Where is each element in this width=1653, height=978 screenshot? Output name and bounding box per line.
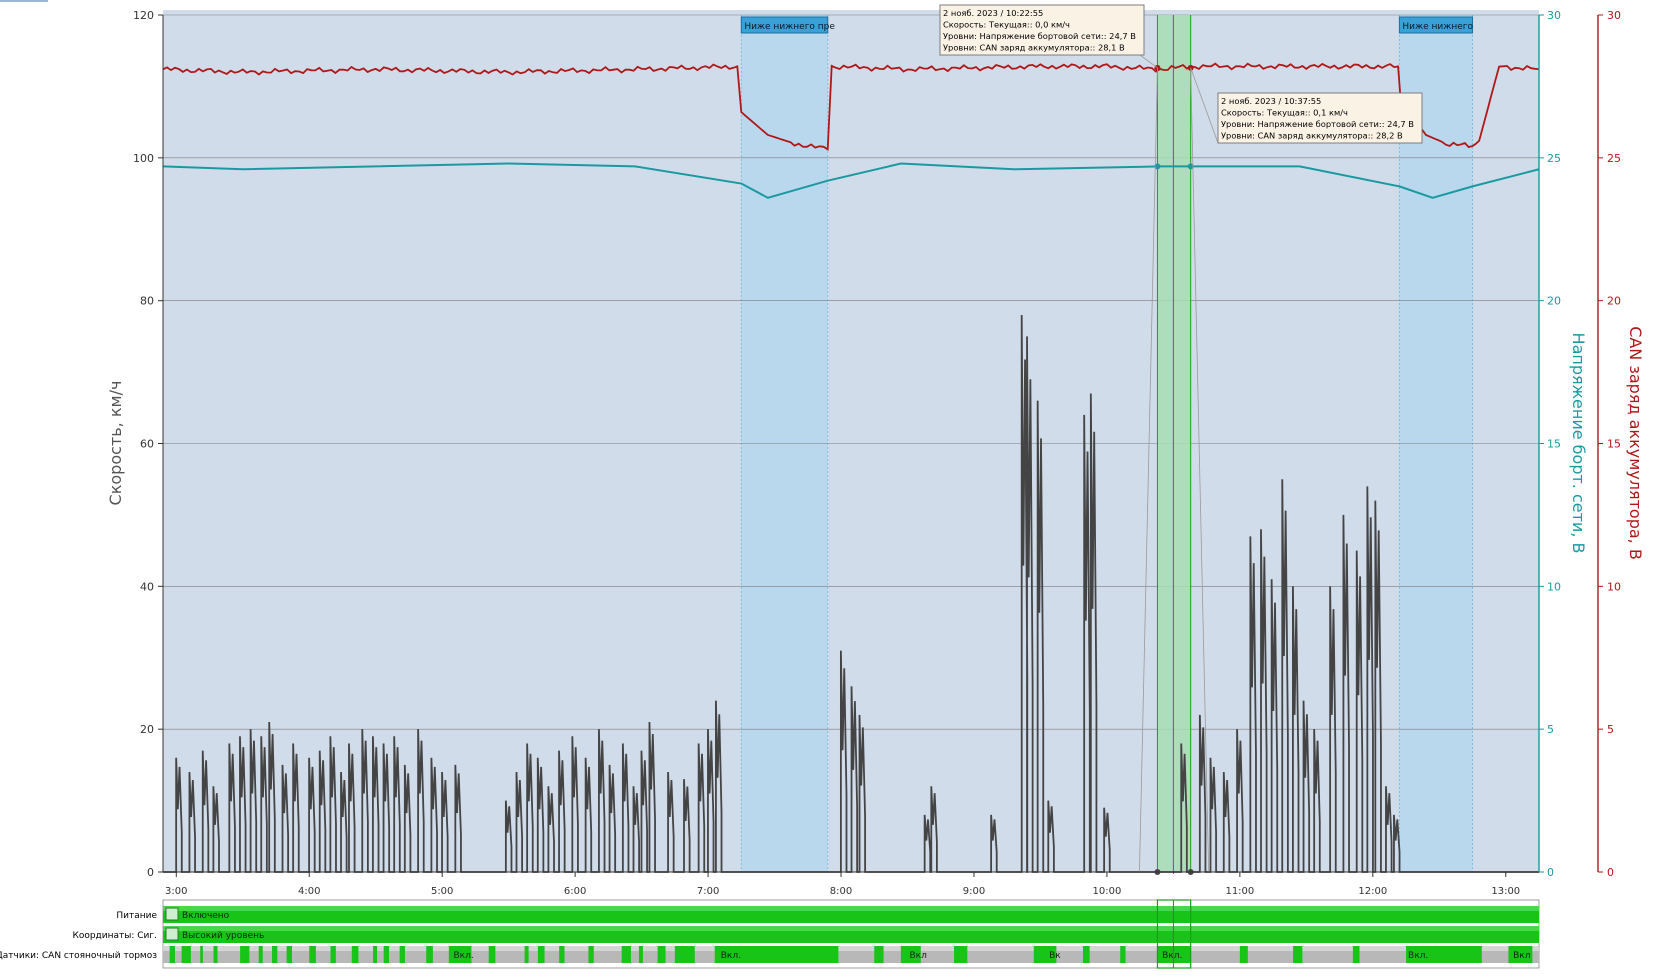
track-bar-highlight [163,946,1539,951]
track-bar-highlight [163,906,1539,911]
track-on-segment[interactable] [537,946,545,963]
mid-axis-title: Напряжение борт. сети, В [1569,333,1588,554]
left-tick-label: 20 [140,723,154,736]
track-on-segment[interactable] [1239,946,1248,963]
tooltip-line: 2 нояб. 2023 / 10:37:55 [1221,96,1321,106]
track-on-segment[interactable] [240,946,250,963]
left-tick-label: 40 [140,580,154,593]
right-tick-label: 25 [1607,152,1621,165]
track-label: Датчики: CAN стояночный тормоз [0,951,157,961]
line-chart[interactable]: Ниже нижнего пре Ниже нижнего 2 нояб. 202… [0,0,1653,974]
track-on-label: Вкл. [1162,951,1182,961]
left-tick-label: 0 [147,866,154,879]
track-label: Координаты: Сиг. [72,931,157,941]
left-tick-label: 120 [133,9,154,22]
track-on-segment[interactable] [426,946,433,963]
right-axis-title: CAN заряд аккумулятора, В [1626,326,1645,560]
track-on-segment[interactable] [383,946,390,963]
right-tick-label: 20 [1607,295,1621,308]
right-tick-label: 0 [1607,866,1614,879]
x-tick-label: 11:00 [1225,886,1254,897]
left-tick-label: 80 [140,295,154,308]
track-state-text: Включено [182,911,230,921]
track-on-segment[interactable] [200,946,203,963]
track-on-label: Вкл. [453,951,473,961]
mid-tick-label: 0 [1547,866,1554,879]
tooltip-line: Уровни: CAN заряд аккумулятора:: 28,2 В [1221,131,1403,141]
track-on-segment[interactable] [1082,946,1090,963]
left-tick-label: 60 [140,438,154,451]
tooltip-line: Уровни: Напряжение бортовой сети:: 24,7 … [1221,119,1414,129]
left-tick-label: 100 [133,152,154,165]
track-label: Питание [116,911,157,921]
mid-tick-label: 10 [1547,580,1561,593]
track-on-segment[interactable] [674,946,695,963]
track-on-label: Вкл. [721,951,741,961]
satellite-icon [165,927,179,941]
track-on-segment[interactable] [559,946,565,963]
power-plug-icon [165,907,179,921]
left-axis-title: Скорость, км/ч [106,381,125,506]
track-on-segment[interactable] [588,946,594,963]
x-tick-label: 13:00 [1491,886,1520,897]
mid-tick-label: 15 [1547,438,1561,451]
track-on-segment[interactable] [874,946,884,963]
track-on-segment[interactable] [638,946,643,963]
x-tick-label: 6:00 [564,886,586,897]
mid-tick-label: 5 [1547,723,1554,736]
track-on-segment[interactable] [621,946,631,963]
track-on-segment[interactable] [351,946,359,963]
track-on-label: Вк [1049,951,1061,961]
event-tracks[interactable]: Питание Включено Координаты: Сиг. Высокий у… [0,899,1540,969]
track-on-segment[interactable] [657,946,666,963]
x-tick-label: 12:00 [1358,886,1387,897]
track-state-text: Высокий уровень [182,931,264,941]
x-tick-label: 3:00 [165,886,187,897]
x-tick-label: 7:00 [697,886,719,897]
alarm-label: Ниже нижнего пре [744,22,835,32]
track-on-segment[interactable] [309,946,316,963]
tooltip-line: Скорость: Текущая:: 0,0 км/ч [943,20,1070,30]
track-on-segment[interactable] [272,946,278,963]
track-on-label: Вкл [910,951,927,961]
track-on-segment[interactable] [286,946,292,963]
track-on-segment[interactable] [258,946,263,963]
x-tick-label: 5:00 [431,886,453,897]
x-tick-label: 4:00 [298,886,320,897]
track-on-segment[interactable] [399,946,405,963]
track-on-segment[interactable] [1120,946,1126,963]
tooltip-line: Скорость: Текущая:: 0,1 км/ч [1221,108,1348,118]
right-tick-label: 10 [1607,580,1621,593]
x-tick-label: 8:00 [830,886,852,897]
chart-window: Ниже нижнего пре Ниже нижнего 2 нояб. 202… [0,0,1653,974]
track-on-segment[interactable] [169,946,175,963]
track-bar-highlight [163,926,1539,931]
track-on-segment[interactable] [373,946,378,963]
mid-tick-label: 20 [1547,295,1561,308]
track-on-segment[interactable] [181,946,191,963]
track-on-segment[interactable] [330,946,336,963]
right-tick-label: 15 [1607,438,1621,451]
track-on-segment[interactable] [954,946,968,963]
tooltip-line: 2 нояб. 2023 / 10:22:55 [943,8,1043,18]
track-on-label: Вкл [1513,951,1530,961]
top-tab-strip[interactable] [0,0,48,2]
tooltip-line: Уровни: CAN заряд аккумулятора:: 28,1 В [943,43,1125,53]
selection-range[interactable] [1156,15,1192,874]
alarm-label: Ниже нижнего [1402,22,1473,32]
mid-tick-label: 25 [1547,152,1561,165]
right-tick-label: 30 [1607,9,1621,22]
track-on-segment[interactable] [524,946,529,963]
tooltip-line: Уровни: Напряжение бортовой сети:: 24,7 … [943,31,1136,41]
x-tick-label: 9:00 [963,886,985,897]
mid-tick-label: 30 [1547,9,1561,22]
selection-band[interactable] [1157,15,1191,872]
track-on-segment[interactable] [488,946,496,963]
x-tick-label: 10:00 [1093,886,1122,897]
right-tick-label: 5 [1607,723,1614,736]
track-on-segment[interactable] [213,946,218,963]
track-on-segment[interactable] [1293,946,1303,963]
track-on-segment[interactable] [1352,946,1360,963]
track-on-label: Вкл. [1408,951,1428,961]
